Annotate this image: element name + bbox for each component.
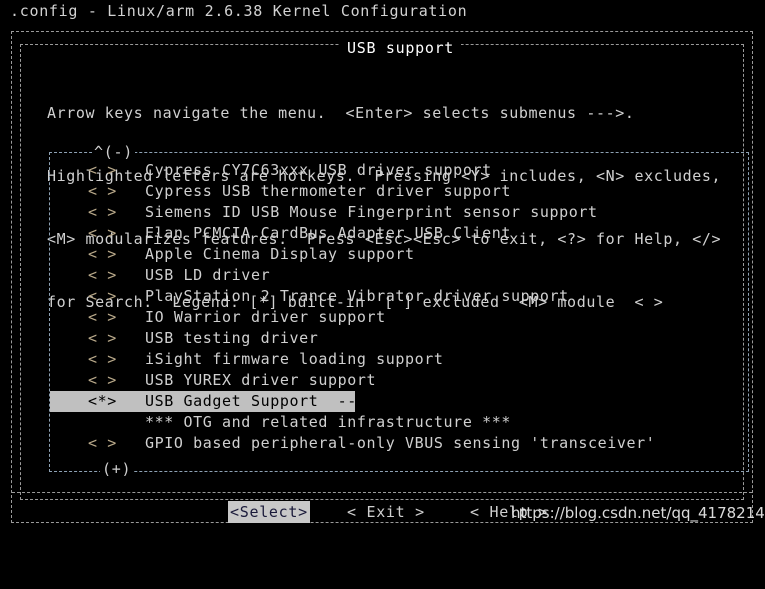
menu-item-marker: <*> xyxy=(88,392,117,410)
menu-item-label: Siemens ID USB Mouse Fingerprint sensor … xyxy=(145,203,598,221)
menu-item-label: iSight firmware loading support xyxy=(145,350,444,368)
menu-item[interactable]: < > Cypress USB thermometer driver suppor… xyxy=(50,181,748,202)
menu-item[interactable]: < > PlayStation 2 Trance Vibrator driver … xyxy=(50,286,748,307)
menu-item-label: Cypress USB thermometer driver support xyxy=(145,182,511,200)
watermark-text: https://blog.csdn.net/qq_41782149 xyxy=(511,504,765,522)
scroll-down-icon[interactable]: (+) xyxy=(100,459,134,480)
legend-line: Arrow keys navigate the menu. <Enter> se… xyxy=(47,104,635,122)
menu-item[interactable]: < > Siemens ID USB Mouse Fingerprint sens… xyxy=(50,202,748,223)
menu-item-marker: < > xyxy=(88,350,117,368)
menu-item-label: IO Warrior driver support xyxy=(145,308,386,326)
menu-item-label: *** OTG and related infrastructure *** xyxy=(145,413,511,431)
menu-item-marker: < > xyxy=(88,182,117,200)
window-title: .config - Linux/arm 2.6.38 Kernel Config… xyxy=(10,2,468,20)
menu-item-marker: < > xyxy=(88,308,117,326)
exit-button[interactable]: < Exit > xyxy=(345,501,427,523)
menu-item-label: USB testing driver xyxy=(145,329,319,347)
menu-item-marker: < > xyxy=(88,245,117,263)
menu-item[interactable]: <*> USB Gadget Support ---> xyxy=(50,391,376,412)
menu-item[interactable]: < > Apple Cinema Display support xyxy=(50,244,748,265)
menu-item[interactable]: < > Elan PCMCIA CardBus Adapter USB Clien… xyxy=(50,223,748,244)
menu-item-label: Apple Cinema Display support xyxy=(145,245,415,263)
menu-item-marker: < > xyxy=(88,224,117,242)
menu-item: *** OTG and related infrastructure *** xyxy=(50,412,748,433)
button-bar-separator xyxy=(12,492,752,493)
menu-item[interactable]: < > IO Warrior driver support xyxy=(50,307,748,328)
menu-item-label: USB YUREX driver support xyxy=(145,371,377,389)
menu-item[interactable]: < > Cypress CY7C63xxx USB driver support xyxy=(50,160,748,181)
select-button[interactable]: <Select> xyxy=(228,501,310,523)
menu-item-marker: < > xyxy=(88,161,117,179)
menu-item-label: PlayStation 2 Trance Vibrator driver sup… xyxy=(145,287,569,305)
menu-frame-title: USB support xyxy=(340,38,462,59)
menu-item-label: GPIO based peripheral-only VBUS sensing … xyxy=(145,434,656,452)
menu-item-label: USB Gadget Support ---> xyxy=(145,392,377,410)
menu-item[interactable]: < > USB testing driver xyxy=(50,328,748,349)
menu-item[interactable]: < > iSight firmware loading support xyxy=(50,349,748,370)
menu-item[interactable]: < > GPIO based peripheral-only VBUS sensi… xyxy=(50,433,748,454)
menu-item-marker: < > xyxy=(88,266,117,284)
menu-item[interactable]: < > USB LD driver xyxy=(50,265,748,286)
menu-item-marker: < > xyxy=(88,287,117,305)
menu-item-marker: < > xyxy=(88,203,117,221)
menu-list: < > Cypress CY7C63xxx USB driver support <… xyxy=(50,160,748,454)
menu-item-marker: < > xyxy=(88,434,117,452)
menu-item-marker: < > xyxy=(88,329,117,347)
menu-item-label: Cypress CY7C63xxx USB driver support xyxy=(145,161,492,179)
menu-item[interactable]: < > USB YUREX driver support xyxy=(50,370,748,391)
menu-item-marker: < > xyxy=(88,371,117,389)
menu-item-label: Elan PCMCIA CardBus Adapter USB Client xyxy=(145,224,511,242)
menu-item-label: USB LD driver xyxy=(145,266,271,284)
